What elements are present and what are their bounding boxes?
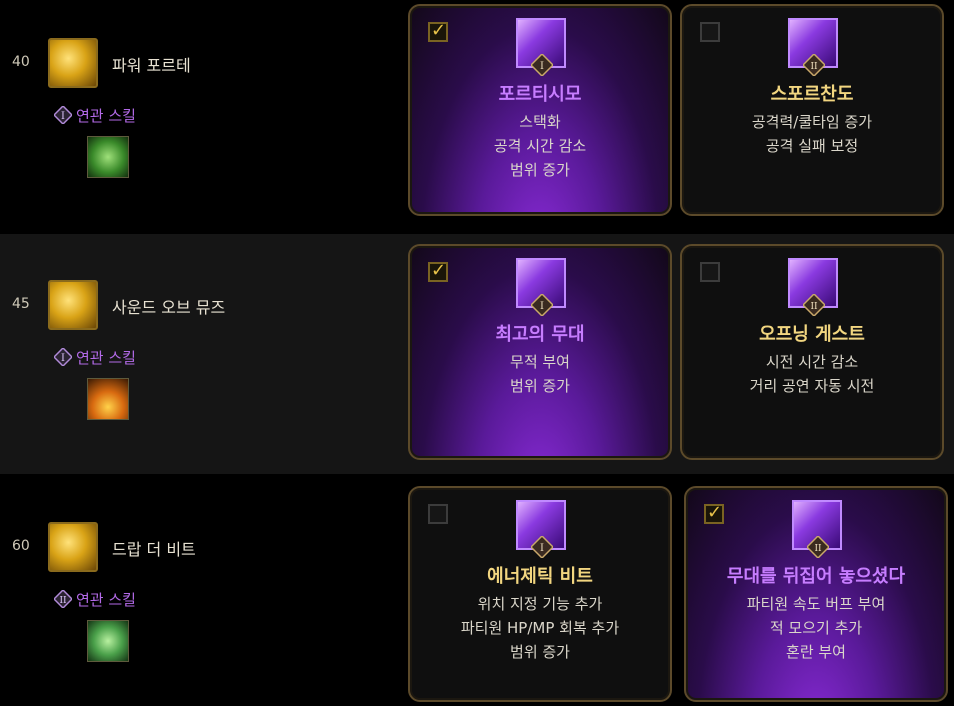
option-effect: 스택화 (519, 113, 561, 131)
skill-row-2: 45 사운드 오브 뮤즈 I 연관 스킬 ✓ I 최고의 무대 무적 부여 범위… (0, 234, 954, 474)
checkbox-icon[interactable] (700, 262, 720, 282)
svg-text:I: I (540, 61, 544, 72)
check-mark-icon: ✓ (707, 502, 723, 523)
option-effect: 공격 시간 감소 (493, 137, 587, 155)
checkbox-icon[interactable]: ✓ (428, 20, 448, 42)
svg-text:II: II (810, 62, 818, 72)
option-card-2[interactable]: II 스포르찬도 공격력/쿨타임 증가 공격 실패 보정 (680, 4, 944, 216)
roman-numeral-diamond-icon: II (803, 54, 825, 76)
svg-text:I: I (540, 543, 544, 554)
checkbox-icon[interactable]: ✓ (428, 260, 448, 282)
related-skill-icon[interactable] (87, 378, 129, 420)
checkbox-icon[interactable] (428, 504, 448, 524)
related-skill-label: 연관 스킬 (76, 349, 136, 367)
roman-numeral-diamond-icon: II (807, 536, 829, 558)
roman-numeral-diamond-icon: II (54, 590, 72, 608)
option-card-2[interactable]: II 오프닝 게스트 시전 시간 감소 거리 공연 자동 시전 (680, 244, 944, 460)
option-effect: 시전 시간 감소 (765, 353, 859, 371)
skill-name: 사운드 오브 뮤즈 (112, 298, 226, 317)
option-effect: 범위 증가 (510, 377, 570, 395)
skill-name: 파워 포르테 (112, 56, 191, 75)
skill-level: 40 (12, 54, 30, 70)
roman-numeral-diamond-icon: I (531, 536, 553, 558)
roman-numeral-diamond-icon: II (803, 294, 825, 316)
check-mark-icon: ✓ (431, 20, 447, 41)
option-title: 스포르찬도 (770, 84, 854, 105)
svg-text:I: I (61, 353, 65, 364)
related-skill-label: 연관 스킬 (76, 107, 136, 125)
option-card-2[interactable]: ✓ II 무대를 뒤집어 놓으셨다 파티원 속도 버프 부여 적 모으기 추가 … (684, 486, 948, 702)
skill-row-1: 40 파워 포르테 I 연관 스킬 ✓ I 포르티시모 스택화 공격 시간 감소… (0, 0, 954, 232)
option-card-1[interactable]: ✓ I 포르티시모 스택화 공격 시간 감소 범위 증가 (408, 4, 672, 216)
skill-name: 드랍 더 비트 (112, 540, 196, 559)
svg-text:II: II (814, 544, 822, 554)
check-mark-icon: ✓ (431, 260, 447, 281)
option-effect: 범위 증가 (510, 643, 570, 661)
skill-icon[interactable] (48, 38, 98, 88)
option-title: 오프닝 게스트 (759, 324, 865, 345)
svg-text:I: I (61, 111, 65, 122)
option-effect: 혼란 부여 (786, 643, 846, 661)
svg-text:I: I (540, 301, 544, 312)
option-title: 포르티시모 (498, 84, 582, 105)
option-effect: 무적 부여 (510, 353, 570, 371)
option-effect: 위치 지정 기능 추가 (477, 595, 603, 613)
skill-icon[interactable] (48, 280, 98, 330)
related-skill-icon[interactable] (87, 620, 129, 662)
option-effect: 공격 실패 보정 (765, 137, 859, 155)
option-effect: 파티원 HP/MP 회복 추가 (460, 619, 620, 637)
option-card-1[interactable]: I 에너제틱 비트 위치 지정 기능 추가 파티원 HP/MP 회복 추가 범위… (408, 486, 672, 702)
checkbox-icon[interactable] (700, 22, 720, 42)
option-effect: 적 모으기 추가 (769, 619, 863, 637)
svg-text:II: II (810, 302, 818, 312)
option-title: 무대를 뒤집어 놓으셨다 (726, 566, 906, 587)
related-skill-icon[interactable] (87, 136, 129, 178)
roman-numeral-diamond-icon: I (54, 106, 72, 124)
skill-level: 45 (12, 296, 30, 312)
skill-row-3: 60 드랍 더 비트 II 연관 스킬 I 에너제틱 비트 위치 지정 기능 추… (0, 476, 954, 706)
roman-numeral-diamond-icon: I (531, 294, 553, 316)
option-effect: 범위 증가 (510, 161, 570, 179)
skill-level: 60 (12, 538, 30, 554)
option-card-1[interactable]: ✓ I 최고의 무대 무적 부여 범위 증가 (408, 244, 672, 460)
option-title: 에너제틱 비트 (487, 566, 593, 587)
option-effect: 거리 공연 자동 시전 (749, 377, 875, 395)
option-title: 최고의 무대 (495, 324, 585, 345)
option-effect: 공격력/쿨타임 증가 (751, 113, 873, 131)
option-effect: 파티원 속도 버프 부여 (746, 595, 886, 613)
svg-text:II: II (59, 596, 67, 606)
roman-numeral-diamond-icon: I (54, 348, 72, 366)
skill-icon[interactable] (48, 522, 98, 572)
checkbox-icon[interactable]: ✓ (704, 502, 724, 524)
roman-numeral-diamond-icon: I (531, 54, 553, 76)
related-skill-label: 연관 스킬 (76, 591, 136, 609)
